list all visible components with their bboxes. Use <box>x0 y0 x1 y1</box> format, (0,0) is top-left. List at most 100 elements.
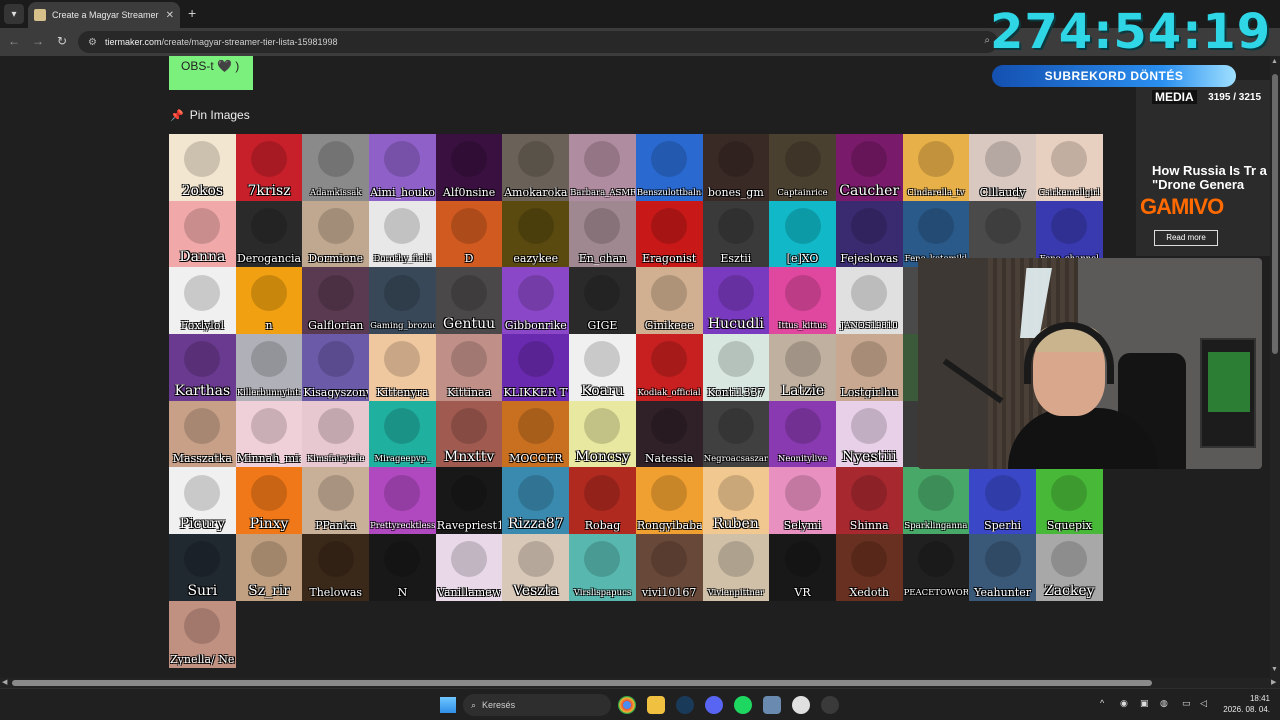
spotify-icon[interactable] <box>734 696 752 714</box>
notepad-icon[interactable] <box>763 696 781 714</box>
image-tile[interactable]: Captainrice <box>769 134 836 201</box>
image-tile[interactable]: Kimsfairytale <box>302 400 370 468</box>
image-tile[interactable]: Latzie <box>769 334 836 401</box>
image-tile[interactable]: Caucher <box>835 134 903 201</box>
image-tile[interactable]: Fejeslovas <box>835 200 903 268</box>
tray-steam-icon[interactable]: ◉ <box>1120 698 1128 709</box>
tray-folder-icon[interactable]: ▣ <box>1140 698 1149 709</box>
image-tile[interactable]: Selymi <box>769 467 836 535</box>
image-tile[interactable]: Hucudli <box>702 267 770 335</box>
app-icon[interactable] <box>821 696 839 714</box>
image-tile[interactable]: Rongyibaba <box>635 467 703 535</box>
image-tile[interactable]: Zackey <box>1035 534 1103 601</box>
image-tile[interactable]: Sperhi <box>969 467 1036 535</box>
browser-tab[interactable]: Create a Magyar Streamer a Tie ✕ <box>28 2 180 28</box>
image-tile[interactable]: Suri <box>169 534 236 601</box>
network-icon[interactable]: ▭ <box>1182 698 1191 709</box>
image-tile[interactable]: 2okos <box>169 134 236 201</box>
image-tile[interactable]: Esztii <box>702 200 770 268</box>
image-tile[interactable]: Ruben <box>702 467 770 535</box>
scroll-right-arrow-icon[interactable]: ▶ <box>1271 678 1276 686</box>
image-tile[interactable]: Kodiak_official <box>635 334 703 401</box>
image-tile[interactable]: Adamkissak <box>302 134 370 201</box>
image-tile[interactable]: Karthas <box>169 334 236 401</box>
image-tile[interactable]: Gentuu <box>435 267 503 335</box>
image-tile[interactable]: GIGE <box>569 267 636 335</box>
image-tile[interactable]: Killerbunnyintrage <box>235 334 303 401</box>
image-tile[interactable]: Benszulottbalna <box>635 134 703 201</box>
image-tile[interactable]: Foxlylol <box>169 267 236 335</box>
image-tile[interactable]: Barbara_ASMR <box>569 134 636 201</box>
scroll-up-arrow-icon[interactable]: ▲ <box>1271 58 1278 65</box>
image-tile[interactable]: Yeahunter <box>969 534 1036 601</box>
image-tile[interactable]: Gaming_brozuo <box>369 267 436 335</box>
image-tile[interactable]: Kisagyszony <box>302 334 370 401</box>
image-tile[interactable]: eazykee <box>502 200 570 268</box>
tray-overflow-icon[interactable]: ^ <box>1100 698 1104 708</box>
image-tile[interactable]: Picury <box>169 467 236 535</box>
image-tile[interactable]: Thelowas <box>302 534 370 601</box>
obs-icon[interactable] <box>792 696 810 714</box>
image-tile[interactable]: n <box>235 267 303 335</box>
image-tile[interactable]: Mnxttv <box>435 400 503 468</box>
image-tile[interactable]: Cindarella_tv <box>902 134 970 201</box>
file-explorer-icon[interactable] <box>647 696 665 714</box>
tray-discord-icon[interactable]: ◍ <box>1160 698 1168 709</box>
image-tile[interactable]: Aimi_houko <box>369 134 436 201</box>
image-tile[interactable]: Dormione <box>302 200 370 268</box>
image-tile[interactable]: vivi10167 <box>635 534 703 601</box>
scroll-left-arrow-icon[interactable]: ◀ <box>2 678 7 686</box>
image-tile[interactable]: Ginikeee <box>635 267 703 335</box>
chrome-icon[interactable] <box>618 696 636 714</box>
url-text[interactable]: tiermaker.com/create/magyar-streamer-tie… <box>105 37 338 47</box>
image-tile[interactable]: Natessia <box>635 400 703 468</box>
reload-icon[interactable]: ↻ <box>54 34 70 48</box>
image-tile[interactable]: Squepix <box>1035 467 1103 535</box>
image-tile[interactable]: Kittinaa <box>435 334 503 401</box>
image-tile[interactable]: Dorothy_field <box>369 200 436 268</box>
image-tile[interactable]: D <box>435 200 503 268</box>
image-tile[interactable]: Derogancia <box>235 200 303 268</box>
horizontal-scrollbar-thumb[interactable] <box>12 680 1152 686</box>
image-tile[interactable]: Vanillamew <box>435 534 503 601</box>
sidebar-advertisement[interactable]: MEDIA 3195 / 3215 How Russia Is Tr a "Dr… <box>1136 80 1271 256</box>
windows-start-icon[interactable] <box>440 697 456 713</box>
image-tile[interactable]: Gibbonrike <box>502 267 570 335</box>
image-tile[interactable]: Negroacsaszar <box>702 400 770 468</box>
image-tile[interactable]: Ravepriest1 <box>435 467 503 535</box>
image-tile[interactable]: JANOS19810 <box>835 267 903 335</box>
image-tile[interactable]: MOCCER <box>502 400 570 468</box>
image-tile[interactable]: Pinxy <box>235 467 303 535</box>
tab-search-menu-button[interactable]: ▾ <box>4 4 24 24</box>
image-tile[interactable]: Mirageepvp_ <box>369 400 436 468</box>
image-tile[interactable]: En_chan <box>569 200 636 268</box>
image-tile[interactable]: Rizza87 <box>502 467 570 535</box>
steam-icon[interactable] <box>676 696 694 714</box>
forward-icon[interactable]: → <box>30 34 46 48</box>
image-tile[interactable]: Prettyrecktless <box>369 467 436 535</box>
image-tile[interactable]: 7krisz <box>235 134 303 201</box>
image-tile[interactable]: KLIKKER TV <box>502 334 570 401</box>
image-tile[interactable]: Clllaudy <box>969 134 1036 201</box>
image-tile[interactable]: VR <box>769 534 836 601</box>
image-tile[interactable]: Galflorian <box>302 267 370 335</box>
site-info-icon[interactable]: ⚙ <box>88 37 97 48</box>
image-tile[interactable]: Danna <box>169 200 236 268</box>
image-tile[interactable]: Moncsy <box>569 400 636 468</box>
image-tile[interactable]: Amokaroka <box>502 134 570 201</box>
image-tile[interactable]: Konti1337 <box>702 334 770 401</box>
image-tile[interactable]: Robag <box>569 467 636 535</box>
volume-icon[interactable]: ◁ <box>1200 698 1207 709</box>
image-tile[interactable]: Veszta <box>502 534 570 601</box>
image-tile[interactable]: Minnah_mia <box>235 400 303 468</box>
image-tile[interactable]: Csirkemellgirl <box>1035 134 1103 201</box>
image-tile[interactable]: Xedoth <box>835 534 903 601</box>
taskbar-clock[interactable]: 18:41 2026. 08. 04. <box>1220 693 1270 715</box>
image-tile[interactable]: Kittenyra <box>369 334 436 401</box>
image-tile[interactable]: Virslispapucs <box>569 534 636 601</box>
vertical-scrollbar-thumb[interactable] <box>1272 74 1278 354</box>
image-tile[interactable]: bones_gm <box>702 134 770 201</box>
discord-icon[interactable] <box>705 696 723 714</box>
image-tile[interactable]: Koaru <box>569 334 636 401</box>
image-tile[interactable]: PEACETOWORLD <box>902 534 970 601</box>
